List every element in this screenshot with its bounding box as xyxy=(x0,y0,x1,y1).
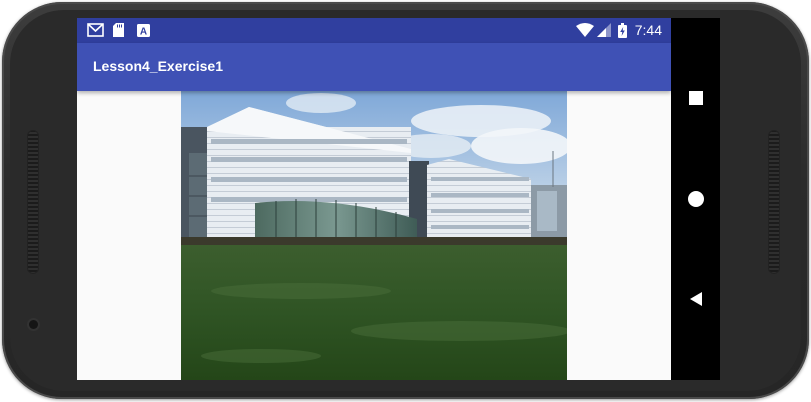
speaker-grille-right xyxy=(768,130,780,274)
battery-charging-icon xyxy=(617,22,627,38)
app-title: Lesson4_Exercise1 xyxy=(93,58,223,74)
app-content-area: A 7:44 Lesson4_Exercise1 xyxy=(77,18,671,380)
overview-button[interactable] xyxy=(671,78,720,118)
status-bar: A 7:44 xyxy=(77,18,671,43)
sd-card-icon xyxy=(112,23,125,37)
home-button[interactable] xyxy=(671,179,720,219)
cell-signal-icon xyxy=(596,23,611,37)
back-triangle-icon xyxy=(689,292,702,306)
wifi-icon xyxy=(575,23,594,37)
front-camera xyxy=(29,320,38,329)
navigation-bar xyxy=(671,18,720,380)
svg-text:A: A xyxy=(139,26,146,37)
action-bar: Lesson4_Exercise1 xyxy=(77,43,671,91)
device-screen: A 7:44 Lesson4_Exercise1 xyxy=(77,18,720,380)
back-button[interactable] xyxy=(671,279,720,319)
building-photo xyxy=(181,91,567,380)
circle-icon xyxy=(687,191,704,207)
square-icon xyxy=(688,91,703,105)
a-notification-icon: A xyxy=(136,23,150,37)
gmail-icon xyxy=(86,23,104,37)
status-time: 7:44 xyxy=(634,22,662,38)
speaker-grille-left xyxy=(27,130,39,274)
